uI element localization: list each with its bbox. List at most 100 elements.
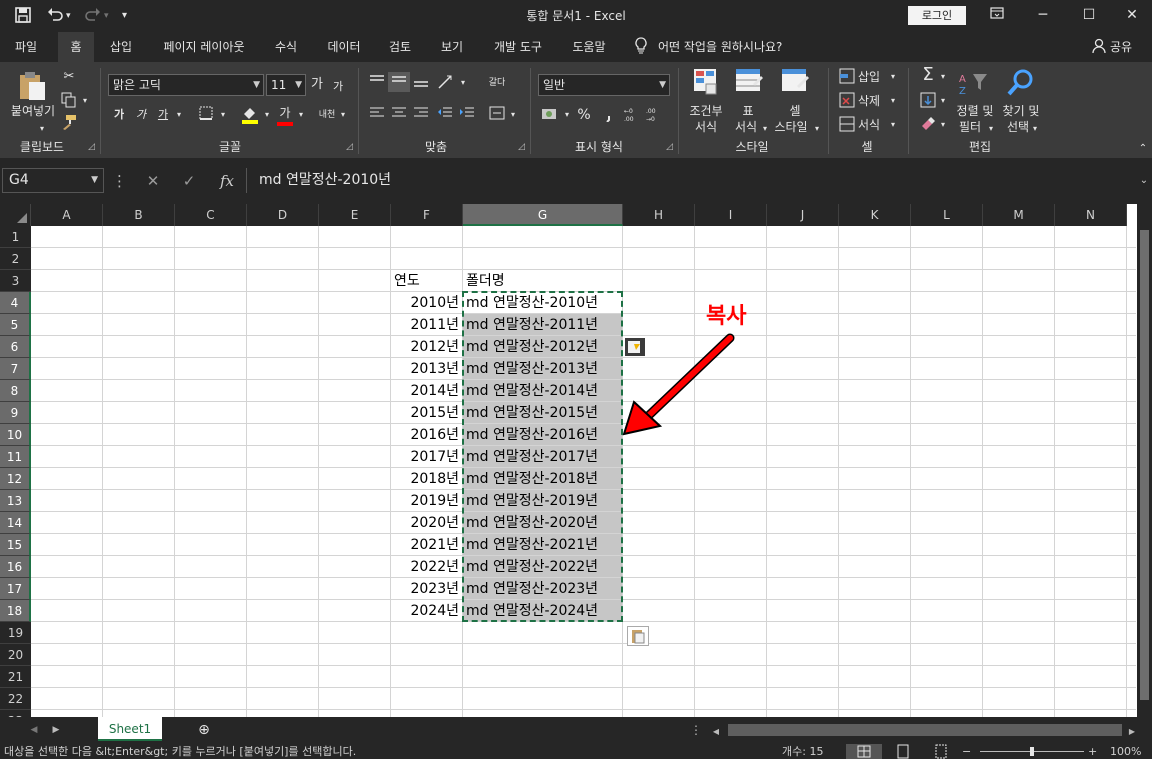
column-header-b[interactable]: B: [103, 204, 175, 226]
row-header-23[interactable]: 23: [0, 710, 31, 717]
row-header-8[interactable]: 8: [0, 380, 31, 402]
column-header-e[interactable]: E: [319, 204, 391, 226]
tab-review[interactable]: 검토: [380, 32, 420, 62]
font-size-select[interactable]: 11 ▼: [266, 74, 306, 96]
cell-g3[interactable]: 폴더명: [463, 270, 623, 292]
cell-f11[interactable]: 2017년: [391, 446, 463, 468]
undo-icon[interactable]: [46, 6, 64, 30]
column-header-c[interactable]: C: [175, 204, 247, 226]
align-middle-icon[interactable]: [388, 72, 410, 92]
chevron-down-icon[interactable]: ▾: [458, 74, 468, 92]
bold-button[interactable]: 가: [112, 106, 126, 124]
cell-styles-label-2[interactable]: 스타일: [768, 120, 814, 135]
conditional-formatting-icon[interactable]: [692, 68, 722, 102]
row-header-21[interactable]: 21: [0, 666, 31, 688]
sort-filter-icon[interactable]: AZ: [958, 70, 990, 104]
increase-font-size-icon[interactable]: 가: [308, 76, 326, 94]
normal-view-icon[interactable]: [846, 744, 882, 759]
cell-styles-icon[interactable]: [780, 68, 810, 102]
column-header-a[interactable]: A: [31, 204, 103, 226]
chevron-down-icon[interactable]: ▾: [174, 106, 184, 124]
cell-f13[interactable]: 2019년: [391, 490, 463, 512]
number-format-select[interactable]: 일반 ▼: [538, 74, 670, 96]
zoom-in-icon[interactable]: +: [1088, 744, 1097, 759]
more-options-icon[interactable]: ⋮: [112, 170, 127, 192]
cell-f14[interactable]: 2020년: [391, 512, 463, 534]
tab-formulas[interactable]: 수식: [266, 32, 306, 62]
align-left-icon[interactable]: [368, 106, 386, 126]
paste-icon[interactable]: [16, 70, 48, 102]
minimize-icon[interactable]: ─: [1020, 4, 1066, 28]
column-header-l[interactable]: L: [911, 204, 983, 226]
redo-icon[interactable]: [84, 6, 102, 30]
delete-cells-label[interactable]: 삭제: [858, 94, 888, 109]
align-center-icon[interactable]: [390, 106, 408, 126]
select-all-corner[interactable]: [0, 204, 31, 226]
increase-decimal-icon[interactable]: ←0.00: [624, 106, 644, 128]
row-header-16[interactable]: 16: [0, 556, 31, 578]
underline-button[interactable]: 가: [156, 106, 170, 124]
cell-f4[interactable]: 2010년: [391, 292, 463, 314]
comma-style-icon[interactable]: [600, 106, 620, 128]
row-header-22[interactable]: 22: [0, 688, 31, 710]
sort-filter-label-1[interactable]: 정렬 및: [950, 104, 1000, 119]
cell-f3[interactable]: 연도: [391, 270, 463, 292]
delete-cells-icon[interactable]: [838, 92, 856, 114]
copy-icon[interactable]: [60, 92, 78, 114]
zoom-out-icon[interactable]: −: [962, 744, 971, 759]
tab-developer[interactable]: 개발 도구: [484, 32, 552, 62]
column-header-n[interactable]: N: [1055, 204, 1127, 226]
align-bottom-icon[interactable]: [412, 74, 430, 94]
dialog-launcher-icon[interactable]: ◿: [666, 142, 676, 152]
cut-icon[interactable]: ✂: [60, 68, 78, 86]
row-header-18[interactable]: 18: [0, 600, 31, 622]
tell-me-search[interactable]: 어떤 작업을 원하시나요?: [658, 32, 782, 62]
row-header-12[interactable]: 12: [0, 468, 31, 490]
maximize-icon[interactable]: ☐: [1066, 4, 1112, 28]
chevron-down-icon[interactable]: ▾: [888, 116, 898, 134]
row-header-1[interactable]: 1: [0, 226, 31, 248]
cell-f7[interactable]: 2013년: [391, 358, 463, 380]
font-color-icon[interactable]: 가: [276, 104, 294, 126]
chevron-down-icon[interactable]: ▾: [1030, 120, 1040, 138]
expand-formula-bar-icon[interactable]: ⌄: [1136, 170, 1152, 192]
cell-f5[interactable]: 2011년: [391, 314, 463, 336]
sort-filter-label-2[interactable]: 필터: [950, 120, 990, 135]
insert-cells-label[interactable]: 삽입: [858, 70, 888, 85]
phonetic-guide-button[interactable]: 내천: [316, 106, 338, 124]
scroll-tabs-right-icon[interactable]: ▶: [50, 721, 62, 739]
chevron-down-icon[interactable]: ▾: [80, 92, 90, 110]
accounting-format-icon[interactable]: [540, 106, 562, 128]
cell-f9[interactable]: 2015년: [391, 402, 463, 424]
chevron-down-icon[interactable]: ▾: [262, 106, 272, 124]
increase-indent-icon[interactable]: [458, 106, 476, 126]
name-box[interactable]: G4 ▼: [2, 168, 104, 193]
tab-file[interactable]: 파일: [2, 32, 50, 62]
find-select-icon[interactable]: [1004, 68, 1036, 104]
row-header-2[interactable]: 2: [0, 248, 31, 270]
chevron-down-icon[interactable]: ▾: [938, 68, 948, 86]
decrease-decimal-icon[interactable]: .00 →0: [646, 106, 666, 128]
cell-f12[interactable]: 2018년: [391, 468, 463, 490]
paste-label[interactable]: 붙여넣기: [6, 104, 60, 119]
cell-f15[interactable]: 2021년: [391, 534, 463, 556]
page-break-view-icon[interactable]: [934, 744, 950, 759]
clear-icon[interactable]: [918, 116, 938, 136]
horizontal-scrollbar[interactable]: [728, 724, 1122, 736]
conditional-formatting-label-2[interactable]: 서식: [684, 120, 728, 135]
scroll-tabs-left-icon[interactable]: ◀: [28, 721, 40, 739]
share-button[interactable]: 공유: [1110, 32, 1132, 62]
chevron-down-icon[interactable]: ▾: [562, 106, 572, 124]
chevron-down-icon[interactable]: ▾: [888, 68, 898, 86]
cell-f17[interactable]: 2023년: [391, 578, 463, 600]
dialog-launcher-icon[interactable]: ◿: [88, 142, 98, 152]
tab-page-layout[interactable]: 페이지 레이아웃: [152, 32, 256, 62]
row-header-13[interactable]: 13: [0, 490, 31, 512]
format-as-table-label-1[interactable]: 표: [728, 104, 768, 119]
cell-styles-label-1[interactable]: 셀: [774, 104, 816, 119]
wrap-text-button[interactable]: 갈다: [486, 74, 508, 92]
tab-view[interactable]: 보기: [432, 32, 472, 62]
worksheet-grid[interactable]: A B C D E F G H I J K L M N 1 2 3 4 5 6 7 8 9 10 11 12 13 14 15 16 17 1…: [0, 204, 1152, 717]
collapse-ribbon-icon[interactable]: ⌃: [1136, 140, 1150, 158]
column-header-h[interactable]: H: [623, 204, 695, 226]
